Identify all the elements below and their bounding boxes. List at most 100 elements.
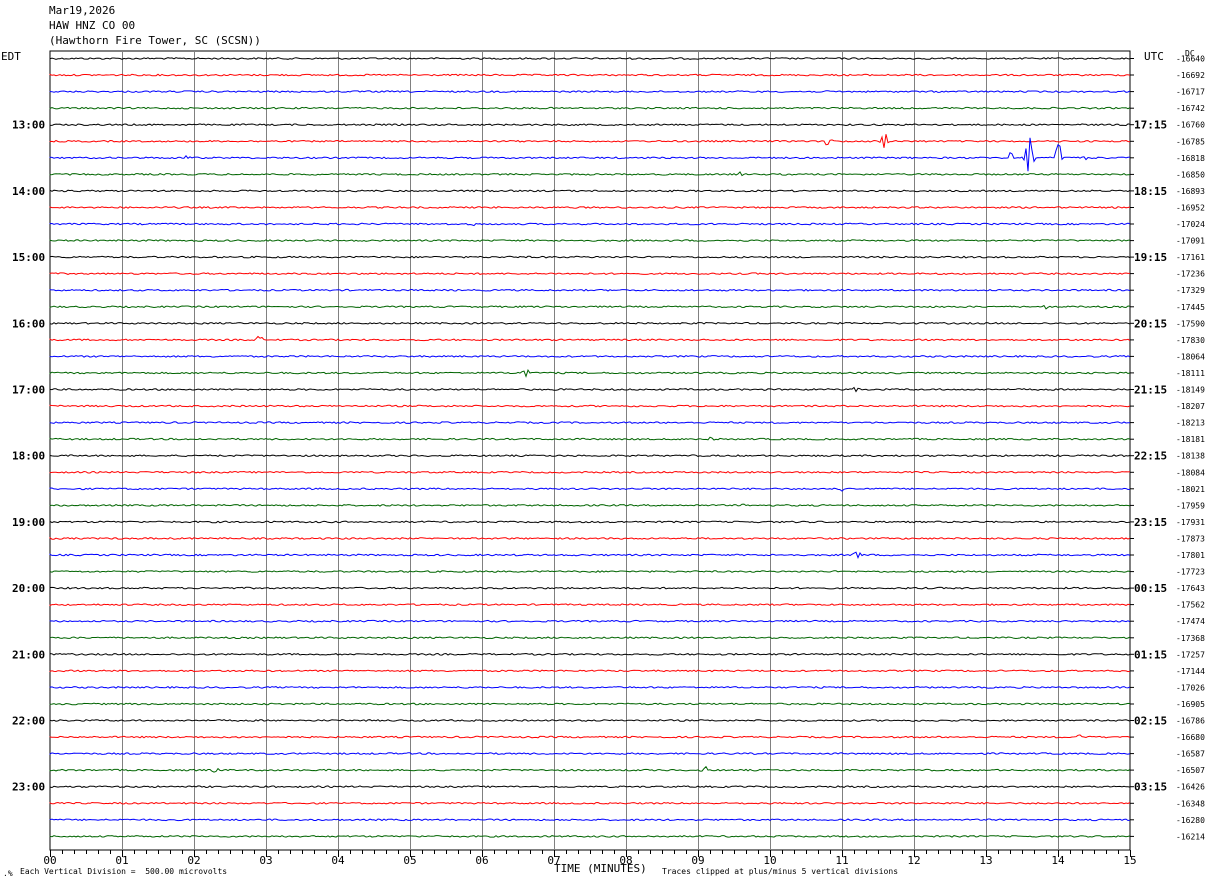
seismic-trace [49,90,1131,93]
dc-offset-label: -17161 [1176,253,1205,262]
dc-offset-label: -17445 [1176,303,1205,312]
seismic-trace [49,304,1131,310]
dc-offset-label: -17144 [1176,667,1205,676]
x-tick-label: 05 [403,854,416,867]
seismic-trace [49,470,1131,474]
seismic-trace [49,321,1131,325]
seismic-trace [49,454,1131,458]
x-tick-label: 13 [979,854,992,867]
dc-offset-label: -18111 [1176,369,1205,378]
dc-offset-label: -16587 [1176,750,1205,759]
x-tick-label: 03 [259,854,272,867]
seismic-trace [49,404,1131,408]
dc-offset-label: -16905 [1176,700,1205,709]
x-tick-label: 06 [475,854,488,867]
x-tick-label: 15 [1123,854,1136,867]
hour-label-left: 19:00 [12,516,45,529]
hour-label-right: 18:15 [1134,185,1167,198]
seismic-trace [49,586,1131,590]
hour-label-left: 16:00 [12,317,45,330]
seismic-trace [49,702,1131,706]
dc-offset-label: -16893 [1176,187,1205,196]
seismic-trace [49,436,1131,441]
dc-offset-label: -16640 [1176,55,1205,64]
hour-label-left: 22:00 [12,715,45,728]
seismic-trace [49,487,1131,492]
seismic-trace [49,189,1131,193]
dc-offset-label: -17590 [1176,319,1205,328]
dc-offset-label: -17873 [1176,535,1205,544]
dc-offset-label: -17091 [1176,237,1205,246]
x-tick-label: 10 [763,854,776,867]
seismic-trace [49,222,1131,227]
x-tick-label: 12 [907,854,920,867]
dc-offset-label: -16850 [1176,170,1205,179]
dc-offset-label: -16760 [1176,121,1205,130]
dc-offset-label: -16785 [1176,137,1205,146]
seismic-trace [49,137,1131,172]
seismic-trace [49,765,1131,773]
x-tick-label: 11 [835,854,848,867]
dc-offset-label: -17368 [1176,634,1205,643]
hour-label-right: 01:15 [1134,648,1167,661]
x-axis-title: TIME (MINUTES) [554,862,647,875]
x-tick-label: 09 [691,854,704,867]
seismic-trace [49,520,1131,524]
seismic-trace [49,785,1131,789]
seismic-trace [49,652,1131,656]
x-tick-label: 02 [187,854,200,867]
vertical-scale-note: Each Vertical Division = 500.00 microvol… [20,867,228,876]
hour-label-right: 17:15 [1134,119,1167,132]
dc-offset-label: -16742 [1176,104,1205,113]
x-tick-label: 00 [43,854,56,867]
seismic-trace [49,636,1131,640]
dc-offset-label: -17830 [1176,336,1205,345]
dc-offset-label: -16214 [1176,832,1205,841]
seismic-trace [49,752,1131,756]
seismic-trace [49,835,1131,838]
dc-offset-label: -18021 [1176,485,1205,494]
seismic-trace [49,421,1130,425]
hour-label-left: 21:00 [12,648,45,661]
dc-offset-label: -16786 [1176,717,1205,726]
dc-offset-label: -16818 [1176,154,1205,163]
dc-offset-label: -17024 [1176,220,1205,229]
dc-offset-label: -18213 [1176,419,1205,428]
seismic-trace [49,272,1130,275]
hour-label-right: 00:15 [1134,582,1167,595]
dc-offset-label: -17959 [1176,501,1205,510]
seismic-trace [49,818,1131,822]
seismic-trace [49,551,1131,559]
seismic-trace [49,57,1131,60]
hour-label-right: 20:15 [1134,317,1167,330]
dc-offset-label: -16952 [1176,204,1205,213]
dc-offset-label: -16680 [1176,733,1205,742]
hour-label-left: 20:00 [12,582,45,595]
hour-label-right: 23:15 [1134,516,1167,529]
hour-label-left: 15:00 [12,251,45,264]
dc-offset-label: -17236 [1176,270,1205,279]
hour-label-left: 18:00 [12,450,45,463]
seismic-trace [49,536,1131,540]
seismic-trace [49,368,1131,378]
dc-offset-label: -17257 [1176,650,1205,659]
seismic-trace [49,134,1131,148]
seismic-trace [49,171,1131,177]
seismic-trace [49,123,1131,127]
x-tick-label: 01 [115,854,128,867]
seismogram-plot: -16640 -16692 -16717 -16742 -16760 -16785 -168… [12,50,1205,867]
x-tick-label: 14 [1051,854,1065,867]
dc-offset-label: -16426 [1176,783,1205,792]
dc-offset-label: -17931 [1176,518,1205,527]
dc-offset-label: -17474 [1176,617,1205,626]
dc-offset-label: -16280 [1176,816,1205,825]
dc-offset-label: -18181 [1176,435,1205,444]
seismic-trace [49,503,1131,507]
dc-offset-label: -17801 [1176,551,1205,560]
clip-note: Traces clipped at plus/minus 5 vertical … [662,867,899,876]
seismic-trace [49,619,1131,623]
corner-mark: .% [3,869,13,878]
dc-offset-label: -17723 [1176,568,1205,577]
dc-offset-label: -17562 [1176,601,1205,610]
seismic-trace [49,206,1131,209]
